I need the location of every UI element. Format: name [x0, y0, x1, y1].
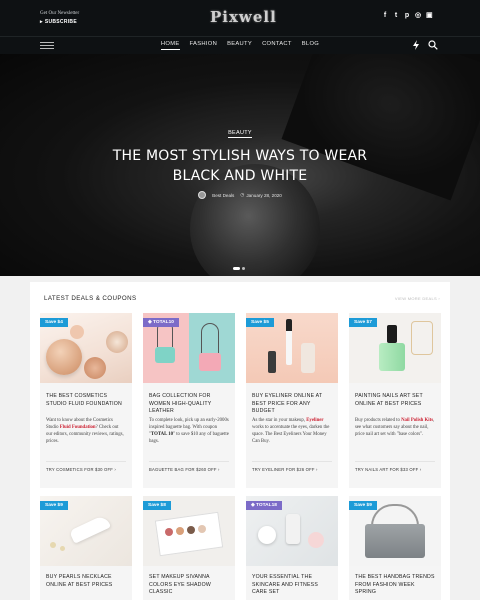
site-header: Get Our Newsletter ▸ SUBSCRIBE Pixwell f… — [0, 0, 480, 54]
discount-badge: Save $7 — [349, 318, 377, 327]
deal-card[interactable]: Save $8 SET MAKEUP SIVANNA COLORS EYE SH… — [143, 496, 235, 600]
view-all-label: VIEW MORE DEALS — [394, 296, 437, 301]
hero-meta: Best Deals ◷ January 28, 2020 — [0, 191, 480, 199]
card-title[interactable]: THE BEST HANDBAG TRENDS FROM FASHION WEE… — [355, 574, 435, 597]
slider-dot-active[interactable] — [233, 267, 240, 270]
lightning-icon[interactable] — [412, 40, 420, 50]
hero-title[interactable]: THE MOST STYLISH WAYS TO WEAR BLACK AND … — [110, 146, 370, 186]
search-icon[interactable] — [428, 40, 438, 50]
nav-icons — [412, 40, 438, 50]
deal-link-label: BAGUETTE BAG FOR $260 OFF — [149, 467, 217, 472]
coupon-badge: ◈ TOTAL18 — [246, 501, 282, 510]
view-all-link[interactable]: VIEW MORE DEALS › — [395, 296, 440, 301]
card-title[interactable]: THE BEST COSMETICS STUDIO FLUID FOUNDATI… — [46, 393, 126, 408]
card-title[interactable]: SET MAKEUP SIVANNA COLORS EYE SHADOW CLA… — [149, 574, 229, 597]
card-title[interactable]: BUY EYELINER ONLINE AT BEST PRICE FOR AN… — [252, 393, 332, 416]
discount-badge: Save $8 — [143, 501, 171, 510]
deal-card[interactable]: ◈ TOTAL10 BAG COLLECTION FOR WOMEN HIGH-… — [143, 313, 235, 488]
hero-slider[interactable]: BEAUTY THE MOST STYLISH WAYS TO WEAR BLA… — [0, 54, 480, 276]
hero-author[interactable]: Best Deals — [212, 193, 234, 198]
nav-item-fashion[interactable]: FASHION — [190, 41, 218, 50]
desc-highlight: TOTAL 10 — [150, 432, 174, 437]
instagram-icon[interactable]: ◎ — [415, 11, 421, 20]
divider — [355, 461, 435, 462]
flipboard-icon[interactable]: ▣ — [426, 11, 433, 20]
desc-text: As the star in your makeup, — [252, 418, 307, 423]
deal-card[interactable]: Save $9 BUY PEARLS NECKLACE ONLINE AT BE… — [40, 496, 132, 600]
desc-text: works to accentuate the eyes, darken the… — [252, 425, 330, 444]
card-description: Buy products related to Nail Polish Kits… — [355, 417, 435, 438]
pinterest-icon[interactable]: p — [404, 11, 410, 20]
card-title[interactable]: PAINTING NAILS ART SET ONLINE AT BEST PR… — [355, 393, 435, 408]
divider — [252, 461, 332, 462]
discount-badge: Save $5 — [246, 318, 274, 327]
card-description: Want to know about the Cosmetics Studio … — [46, 417, 126, 445]
nav-item-contact[interactable]: CONTACT — [262, 41, 292, 50]
newsletter-text: Get Our Newsletter — [40, 11, 80, 16]
desc-highlight: Fluid Foundation — [59, 425, 96, 430]
newsletter-block: Get Our Newsletter ▸ SUBSCRIBE — [40, 10, 79, 26]
section-title: LATEST DEALS & COUPONS — [44, 295, 137, 302]
hero-category-label[interactable]: BEAUTY — [228, 130, 252, 138]
slider-dot[interactable] — [242, 267, 245, 270]
deal-link[interactable]: TRY COSMETICS FOR $30 OFF › — [46, 467, 116, 472]
nav-item-blog[interactable]: BLOG — [302, 41, 319, 50]
hero-date: January 28, 2020 — [246, 192, 282, 198]
deal-link-label: TRY COSMETICS FOR $30 OFF — [46, 467, 113, 472]
facebook-icon[interactable]: f — [382, 11, 388, 20]
card-title[interactable]: YOUR ESSENTIAL THE SKINCARE AND FITNESS … — [252, 574, 332, 597]
divider — [46, 461, 126, 462]
deal-link[interactable]: BAGUETTE BAG FOR $260 OFF › — [149, 467, 220, 472]
deals-section: LATEST DEALS & COUPONS VIEW MORE DEALS ›… — [30, 282, 450, 600]
deal-link-label: TRY EYELINER FOR $26 OFF — [252, 467, 315, 472]
coupon-code: TOTAL10 — [153, 320, 174, 325]
coupon-code: TOTAL18 — [256, 503, 277, 508]
main-nav: HOME FASHION BEAUTY CONTACT BLOG — [0, 36, 480, 54]
discount-badge: Save $9 — [40, 501, 68, 510]
card-description: To complete look, pick up an early-2000s… — [149, 417, 229, 445]
subscribe-link[interactable]: ▸ SUBSCRIBE — [40, 19, 79, 26]
discount-badge: Save $4 — [40, 318, 68, 327]
coupon-badge: ◈ TOTAL10 — [143, 318, 179, 327]
discount-badge: Save $9 — [349, 501, 377, 510]
avatar — [198, 191, 207, 199]
deal-link[interactable]: TRY EYELINER FOR $26 OFF › — [252, 467, 318, 472]
twitter-icon[interactable]: t — [393, 11, 399, 20]
nav-menu: HOME FASHION BEAUTY CONTACT BLOG — [0, 41, 480, 50]
arrow-right-icon: ▸ — [40, 19, 43, 25]
slider-dots — [233, 267, 245, 270]
subscribe-label: SUBSCRIBE — [44, 19, 77, 25]
card-title[interactable]: BUY PEARLS NECKLACE ONLINE AT BEST PRICE… — [46, 574, 126, 589]
desc-text: Buy products related to — [355, 418, 402, 423]
desc-highlight: Nail Polish Kits — [401, 418, 434, 423]
divider — [149, 461, 229, 462]
deal-link-label: TRY NAILS ART FOR $33 OFF — [355, 467, 419, 472]
deal-link[interactable]: TRY NAILS ART FOR $33 OFF › — [355, 467, 421, 472]
deal-card[interactable]: Save $9 THE BEST HANDBAG TRENDS FROM FAS… — [349, 496, 441, 600]
desc-highlight: Eyeliner — [306, 418, 324, 423]
clock-icon: ◷ — [240, 192, 245, 197]
site-logo[interactable]: Pixwell — [210, 6, 276, 28]
page: Get Our Newsletter ▸ SUBSCRIBE Pixwell f… — [0, 0, 480, 600]
hero-category[interactable]: BEAUTY — [0, 130, 480, 138]
deal-card[interactable]: Save $4 THE BEST COSMETICS STUDIO FLUID … — [40, 313, 132, 488]
deal-card[interactable]: ◈ TOTAL18 YOUR ESSENTIAL THE SKINCARE AN… — [246, 496, 338, 600]
card-title[interactable]: BAG COLLECTION FOR WOMEN HIGH-QUALITY LE… — [149, 393, 229, 416]
social-links: f t p ◎ ▣ — [382, 11, 433, 20]
nav-item-home[interactable]: HOME — [160, 41, 180, 50]
nav-item-beauty[interactable]: BEAUTY — [227, 41, 252, 50]
card-description: As the star in your makeup, Eyeliner wor… — [252, 417, 332, 445]
deal-card[interactable]: Save $7 PAINTING NAILS ART SET ONLINE AT… — [349, 313, 441, 488]
deal-card[interactable]: Save $5 BUY EYELINER ONLINE AT BEST PRIC… — [246, 313, 338, 488]
